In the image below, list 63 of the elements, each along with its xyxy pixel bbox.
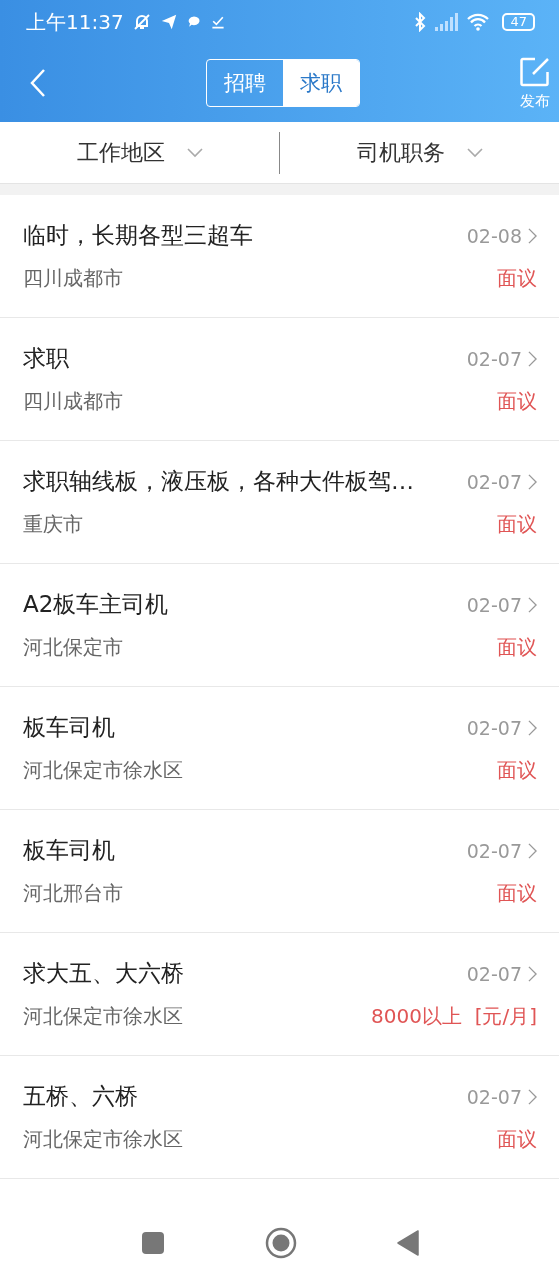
- listing-location: 重庆市: [23, 511, 84, 538]
- filter-dropdown[interactable]: 工作地区: [0, 137, 279, 168]
- listing-date: 02-08: [466, 224, 522, 247]
- listing-salary: 面议: [497, 880, 537, 907]
- listing-row[interactable]: 求职 02-07 四川成都市 面议: [0, 318, 559, 441]
- listing-salary: 面议: [497, 1126, 537, 1153]
- listing-date: 02-07: [466, 716, 522, 739]
- home-button[interactable]: [264, 1226, 297, 1259]
- filter-dropdown[interactable]: 司机职务: [280, 137, 559, 168]
- chevron-down-icon: [186, 147, 203, 158]
- wifi-icon: [466, 13, 491, 31]
- listing-date: 02-07: [466, 470, 522, 493]
- chevron-down-icon: [466, 147, 483, 158]
- listing-date: 02-07: [466, 1085, 522, 1108]
- back-button[interactable]: [396, 1229, 419, 1256]
- listing-date: 02-07: [466, 962, 522, 985]
- listing-salary: 面议: [497, 388, 537, 415]
- listing-row[interactable]: A2板车主司机 02-07 河北保定市 面议: [0, 564, 559, 687]
- chevron-right-icon: [528, 596, 537, 613]
- listing-row[interactable]: 板车司机 02-07 河北保定市徐水区 面议: [0, 687, 559, 810]
- edit-icon: [519, 55, 551, 88]
- listing-date: 02-07: [466, 839, 522, 862]
- listing-title: 板车司机: [23, 713, 116, 742]
- listing-salary: 面议: [497, 634, 537, 661]
- listing-row[interactable]: 板车司机 02-07 河北邢台市 面议: [0, 810, 559, 933]
- listing-title: 求职: [23, 344, 70, 373]
- bluetooth-icon: [414, 12, 427, 32]
- listing-title: 求职轴线板，液压板，各种大件板驾…: [23, 467, 415, 496]
- listing-date: 02-07: [466, 593, 522, 616]
- chevron-right-icon: [528, 473, 537, 490]
- listing-title: 临时，长期各型三超车: [23, 221, 254, 250]
- listing-salary: 面议: [497, 511, 537, 538]
- listing-title: A2板车主司机: [23, 590, 170, 619]
- listing-row[interactable]: 求职轴线板，液压板，各种大件板驾… 02-07 重庆市 面议: [0, 441, 559, 564]
- chevron-right-icon: [528, 350, 537, 367]
- chevron-right-icon: [528, 719, 537, 736]
- listing-salary: 面议: [497, 757, 537, 784]
- listing-date: 02-07: [466, 347, 522, 370]
- listing-location: 河北保定市徐水区: [23, 1126, 184, 1153]
- listing-row[interactable]: 五桥、六桥 02-07 河北保定市徐水区 面议: [0, 1056, 559, 1179]
- chevron-right-icon: [528, 1088, 537, 1105]
- listing-title: 求大五、大六桥: [23, 959, 185, 988]
- download-check-icon: [209, 14, 226, 30]
- chevron-right-icon: [528, 227, 537, 244]
- listing-location: 河北保定市: [23, 634, 124, 661]
- tab[interactable]: 求职: [282, 60, 359, 106]
- listing-salary: 8000以上 [元/月]: [371, 1003, 537, 1030]
- listing-location: 四川成都市: [23, 388, 124, 415]
- listing-location: 河北保定市徐水区: [23, 757, 184, 784]
- chevron-right-icon: [528, 965, 537, 982]
- listing-row[interactable]: 临时，长期各型三超车 02-08 四川成都市 面议: [0, 195, 559, 318]
- listing-location: 河北邢台市: [23, 880, 124, 907]
- recent-apps-button[interactable]: [140, 1230, 165, 1255]
- listing-title: 五桥、六桥: [23, 1082, 139, 1111]
- signal-icon: [434, 13, 459, 31]
- listing-salary: 面议: [497, 265, 537, 292]
- status-time: 上午11:37: [26, 8, 124, 36]
- listing-location: 河北保定市徐水区: [23, 1003, 184, 1030]
- chevron-right-icon: [528, 842, 537, 859]
- battery-level: 47: [502, 13, 535, 31]
- listing-location: 四川成都市: [23, 265, 124, 292]
- listing-row[interactable]: 求大五、大六桥 02-07 河北保定市徐水区 8000以上 [元/月]: [0, 933, 559, 1056]
- listing-title: 板车司机: [23, 836, 116, 865]
